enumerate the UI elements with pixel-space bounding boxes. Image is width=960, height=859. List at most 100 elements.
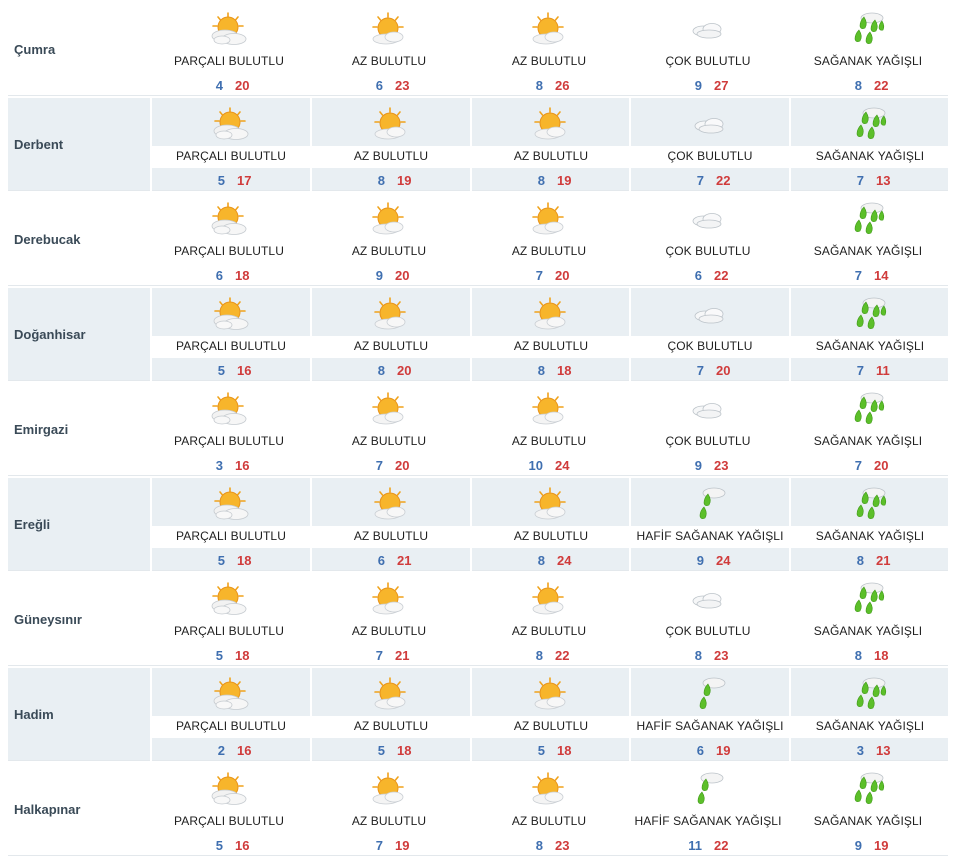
max-temperature: 20 [874, 458, 889, 473]
city-name[interactable]: Çumra [14, 3, 150, 96]
weather-description: HAFİF SAĞANAK YAĞIŞLI [636, 529, 784, 543]
min-temperature: 8 [537, 553, 545, 568]
showers-icon [850, 296, 890, 332]
min-temperature: 5 [215, 648, 223, 663]
mostly-sunny-icon [369, 581, 409, 617]
day-cell: AZ BULUTLU 5 18 [470, 668, 630, 761]
day-cell: AZ BULUTLU 8 19 [310, 98, 470, 191]
min-temperature: 8 [377, 363, 385, 378]
mostly-sunny-icon [531, 296, 571, 332]
min-temperature: 8 [854, 78, 862, 93]
day-cell: AZ BULUTLU 7 20 [310, 383, 468, 476]
weather-description: AZ BULUTLU [351, 624, 427, 638]
temperature-range: 9 27 [629, 78, 787, 93]
day-cell: PARÇALI BULUTLU 5 17 [150, 98, 310, 191]
temperature-range: 9 20 [310, 268, 468, 283]
day-cell: AZ BULUTLU 7 21 [310, 573, 468, 666]
max-temperature: 19 [395, 838, 410, 853]
city-name[interactable]: Derebucak [14, 193, 150, 286]
mostly-sunny-icon [529, 11, 569, 47]
temperature-range: 5 18 [150, 648, 308, 663]
temperature-range: 8 23 [629, 648, 787, 663]
temperature-range: 6 23 [310, 78, 468, 93]
weather-description: PARÇALI BULUTLU [174, 624, 284, 638]
mostly-sunny-icon [369, 201, 409, 237]
max-temperature: 18 [235, 648, 250, 663]
day-cell: SAĞANAK YAĞIŞLI 9 19 [789, 763, 947, 856]
day-cell: SAĞANAK YAĞIŞLI 7 14 [789, 193, 947, 286]
temperature-range: 8 26 [470, 78, 628, 93]
weather-description: PARÇALI BULUTLU [174, 244, 284, 258]
partly-cloudy-icon [211, 676, 251, 712]
cloudy-icon [690, 106, 730, 142]
city-name[interactable]: Hadim [14, 668, 150, 761]
min-temperature: 4 [215, 78, 223, 93]
cloudy-icon [688, 11, 728, 47]
weather-description: AZ BULUTLU [353, 339, 429, 353]
city-row: Çumra PARÇALI BULUTLU 4 20 AZ BULUTLU 6 23 AZ B… [8, 3, 948, 96]
city-name[interactable]: Güneysınır [14, 573, 150, 666]
mostly-sunny-icon [529, 581, 569, 617]
min-temperature: 8 [377, 173, 385, 188]
min-temperature: 7 [854, 268, 862, 283]
city-name[interactable]: Halkapınar [14, 763, 150, 856]
city-name[interactable]: Emirgazi [14, 383, 150, 476]
showers-icon [848, 771, 888, 807]
showers-icon [848, 391, 888, 427]
day-cell: ÇOK BULUTLU 9 27 [629, 3, 787, 96]
showers-icon [848, 581, 888, 617]
city-name[interactable]: Derbent [14, 98, 150, 191]
temperature-range: 3 16 [150, 458, 308, 473]
city-name[interactable]: Doğanhisar [14, 288, 150, 381]
mostly-sunny-icon [369, 771, 409, 807]
day-cell: ÇOK BULUTLU 9 23 [629, 383, 787, 476]
min-temperature: 7 [375, 458, 383, 473]
cloudy-icon [688, 201, 728, 237]
day-cell: AZ BULUTLU 8 26 [470, 3, 628, 96]
weather-description: PARÇALI BULUTLU [174, 434, 284, 448]
weather-description: AZ BULUTLU [351, 54, 427, 68]
day-cell: PARÇALI BULUTLU 6 18 [150, 193, 308, 286]
partly-cloudy-icon [209, 11, 249, 47]
min-temperature: 6 [377, 553, 385, 568]
day-cell: SAĞANAK YAĞIŞLI 7 11 [789, 288, 949, 381]
max-temperature: 19 [397, 173, 412, 188]
mostly-sunny-icon [531, 106, 571, 142]
min-temperature: 7 [375, 838, 383, 853]
max-temperature: 21 [397, 553, 412, 568]
partly-cloudy-icon [211, 296, 251, 332]
min-temperature: 7 [696, 173, 704, 188]
mostly-sunny-icon [529, 391, 569, 427]
temperature-range: 7 20 [631, 363, 789, 378]
day-cell: PARÇALI BULUTLU 2 16 [150, 668, 310, 761]
weather-description: PARÇALI BULUTLU [176, 529, 286, 543]
day-cell: PARÇALI BULUTLU 5 16 [150, 288, 310, 381]
temperature-range: 5 18 [472, 743, 630, 758]
partly-cloudy-icon [209, 391, 249, 427]
day-cell: ÇOK BULUTLU 6 22 [629, 193, 787, 286]
city-row: Doğanhisar PARÇALI BULUTLU 5 16 AZ BULUTLU 8 2… [8, 288, 949, 381]
city-row: Halkapınar PARÇALI BULUTLU 5 16 AZ BULUTLU 7 1… [8, 763, 948, 856]
max-temperature: 14 [874, 268, 889, 283]
temperature-range: 7 20 [789, 458, 947, 473]
min-temperature: 9 [696, 553, 704, 568]
max-temperature: 24 [557, 553, 572, 568]
temperature-range: 8 22 [789, 78, 947, 93]
weather-description: AZ BULUTLU [511, 814, 587, 828]
day-cell: HAFİF SAĞANAK YAĞIŞLI 9 24 [629, 478, 789, 571]
city-name[interactable]: Ereğli [14, 478, 150, 571]
city-row: Güneysınır PARÇALI BULUTLU 5 18 AZ BULUTLU 7 2… [8, 573, 948, 666]
weather-description: ÇOK BULUTLU [667, 149, 753, 163]
partly-cloudy-icon [209, 201, 249, 237]
max-temperature: 19 [874, 838, 889, 853]
min-temperature: 7 [696, 363, 704, 378]
weather-description: ÇOK BULUTLU [665, 54, 751, 68]
min-temperature: 8 [856, 553, 864, 568]
mostly-sunny-icon [531, 486, 571, 522]
day-cell: AZ BULUTLU 7 19 [310, 763, 468, 856]
temperature-range: 7 11 [791, 363, 949, 378]
partly-cloudy-icon [211, 106, 251, 142]
max-temperature: 20 [397, 363, 412, 378]
temperature-range: 8 24 [472, 553, 630, 568]
showers-icon [848, 201, 888, 237]
